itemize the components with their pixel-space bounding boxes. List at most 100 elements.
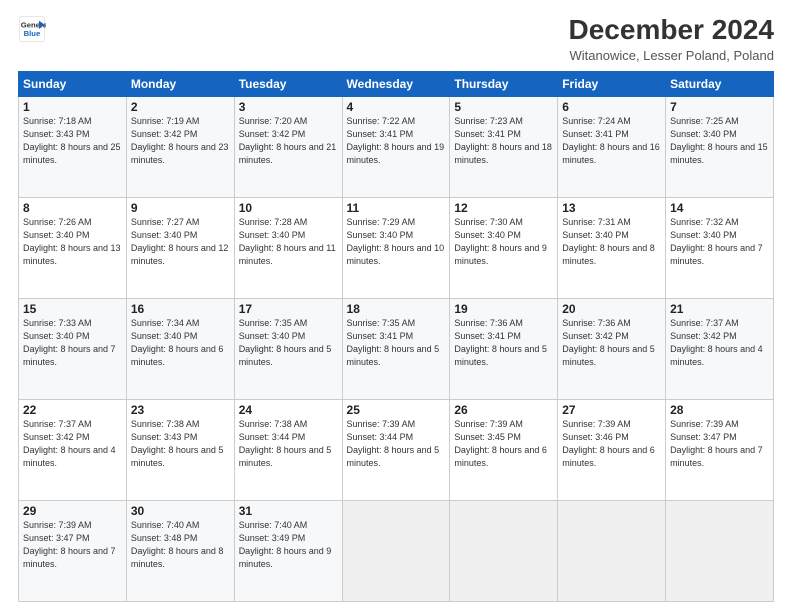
table-row: 1 Sunrise: 7:18 AMSunset: 3:43 PMDayligh…	[19, 96, 127, 197]
day-info: Sunrise: 7:29 AMSunset: 3:40 PMDaylight:…	[347, 216, 446, 268]
day-info: Sunrise: 7:26 AMSunset: 3:40 PMDaylight:…	[23, 216, 122, 268]
col-friday: Friday	[558, 71, 666, 96]
col-wednesday: Wednesday	[342, 71, 450, 96]
col-monday: Monday	[126, 71, 234, 96]
day-info: Sunrise: 7:28 AMSunset: 3:40 PMDaylight:…	[239, 216, 338, 268]
day-number: 26	[454, 403, 553, 417]
table-row	[450, 500, 558, 601]
day-info: Sunrise: 7:36 AMSunset: 3:42 PMDaylight:…	[562, 317, 661, 369]
day-info: Sunrise: 7:25 AMSunset: 3:40 PMDaylight:…	[670, 115, 769, 167]
table-row	[558, 500, 666, 601]
day-number: 18	[347, 302, 446, 316]
day-info: Sunrise: 7:37 AMSunset: 3:42 PMDaylight:…	[23, 418, 122, 470]
table-row: 11 Sunrise: 7:29 AMSunset: 3:40 PMDaylig…	[342, 197, 450, 298]
table-row: 26 Sunrise: 7:39 AMSunset: 3:45 PMDaylig…	[450, 399, 558, 500]
subtitle: Witanowice, Lesser Poland, Poland	[569, 48, 774, 63]
day-number: 23	[131, 403, 230, 417]
day-info: Sunrise: 7:23 AMSunset: 3:41 PMDaylight:…	[454, 115, 553, 167]
day-info: Sunrise: 7:35 AMSunset: 3:41 PMDaylight:…	[347, 317, 446, 369]
day-info: Sunrise: 7:38 AMSunset: 3:43 PMDaylight:…	[131, 418, 230, 470]
day-number: 11	[347, 201, 446, 215]
col-tuesday: Tuesday	[234, 71, 342, 96]
table-row: 29 Sunrise: 7:39 AMSunset: 3:47 PMDaylig…	[19, 500, 127, 601]
day-info: Sunrise: 7:37 AMSunset: 3:42 PMDaylight:…	[670, 317, 769, 369]
table-row: 6 Sunrise: 7:24 AMSunset: 3:41 PMDayligh…	[558, 96, 666, 197]
calendar-week-row: 15 Sunrise: 7:33 AMSunset: 3:40 PMDaylig…	[19, 298, 774, 399]
day-info: Sunrise: 7:40 AMSunset: 3:48 PMDaylight:…	[131, 519, 230, 571]
table-row: 20 Sunrise: 7:36 AMSunset: 3:42 PMDaylig…	[558, 298, 666, 399]
day-number: 9	[131, 201, 230, 215]
logo-icon: General Blue	[18, 15, 46, 43]
table-row: 8 Sunrise: 7:26 AMSunset: 3:40 PMDayligh…	[19, 197, 127, 298]
table-row: 18 Sunrise: 7:35 AMSunset: 3:41 PMDaylig…	[342, 298, 450, 399]
calendar-week-row: 8 Sunrise: 7:26 AMSunset: 3:40 PMDayligh…	[19, 197, 774, 298]
table-row: 2 Sunrise: 7:19 AMSunset: 3:42 PMDayligh…	[126, 96, 234, 197]
day-info: Sunrise: 7:39 AMSunset: 3:47 PMDaylight:…	[23, 519, 122, 571]
table-row: 23 Sunrise: 7:38 AMSunset: 3:43 PMDaylig…	[126, 399, 234, 500]
table-row: 24 Sunrise: 7:38 AMSunset: 3:44 PMDaylig…	[234, 399, 342, 500]
day-number: 27	[562, 403, 661, 417]
day-info: Sunrise: 7:35 AMSunset: 3:40 PMDaylight:…	[239, 317, 338, 369]
day-number: 2	[131, 100, 230, 114]
day-info: Sunrise: 7:24 AMSunset: 3:41 PMDaylight:…	[562, 115, 661, 167]
day-info: Sunrise: 7:33 AMSunset: 3:40 PMDaylight:…	[23, 317, 122, 369]
day-number: 24	[239, 403, 338, 417]
day-info: Sunrise: 7:32 AMSunset: 3:40 PMDaylight:…	[670, 216, 769, 268]
day-info: Sunrise: 7:34 AMSunset: 3:40 PMDaylight:…	[131, 317, 230, 369]
table-row: 7 Sunrise: 7:25 AMSunset: 3:40 PMDayligh…	[666, 96, 774, 197]
day-info: Sunrise: 7:30 AMSunset: 3:40 PMDaylight:…	[454, 216, 553, 268]
calendar-week-row: 1 Sunrise: 7:18 AMSunset: 3:43 PMDayligh…	[19, 96, 774, 197]
table-row	[666, 500, 774, 601]
day-info: Sunrise: 7:36 AMSunset: 3:41 PMDaylight:…	[454, 317, 553, 369]
day-number: 19	[454, 302, 553, 316]
day-info: Sunrise: 7:19 AMSunset: 3:42 PMDaylight:…	[131, 115, 230, 167]
header: General Blue December 2024 Witanowice, L…	[18, 15, 774, 63]
table-row: 19 Sunrise: 7:36 AMSunset: 3:41 PMDaylig…	[450, 298, 558, 399]
calendar-week-row: 29 Sunrise: 7:39 AMSunset: 3:47 PMDaylig…	[19, 500, 774, 601]
table-row: 4 Sunrise: 7:22 AMSunset: 3:41 PMDayligh…	[342, 96, 450, 197]
title-block: December 2024 Witanowice, Lesser Poland,…	[569, 15, 774, 63]
table-row: 16 Sunrise: 7:34 AMSunset: 3:40 PMDaylig…	[126, 298, 234, 399]
day-number: 20	[562, 302, 661, 316]
day-number: 6	[562, 100, 661, 114]
day-number: 4	[347, 100, 446, 114]
day-number: 17	[239, 302, 338, 316]
day-number: 21	[670, 302, 769, 316]
day-number: 13	[562, 201, 661, 215]
day-number: 15	[23, 302, 122, 316]
day-info: Sunrise: 7:39 AMSunset: 3:46 PMDaylight:…	[562, 418, 661, 470]
day-number: 8	[23, 201, 122, 215]
table-row: 5 Sunrise: 7:23 AMSunset: 3:41 PMDayligh…	[450, 96, 558, 197]
table-row: 22 Sunrise: 7:37 AMSunset: 3:42 PMDaylig…	[19, 399, 127, 500]
day-number: 7	[670, 100, 769, 114]
table-row: 21 Sunrise: 7:37 AMSunset: 3:42 PMDaylig…	[666, 298, 774, 399]
table-row: 25 Sunrise: 7:39 AMSunset: 3:44 PMDaylig…	[342, 399, 450, 500]
day-number: 30	[131, 504, 230, 518]
page: General Blue December 2024 Witanowice, L…	[0, 0, 792, 612]
table-row: 17 Sunrise: 7:35 AMSunset: 3:40 PMDaylig…	[234, 298, 342, 399]
table-row: 28 Sunrise: 7:39 AMSunset: 3:47 PMDaylig…	[666, 399, 774, 500]
day-number: 25	[347, 403, 446, 417]
day-number: 1	[23, 100, 122, 114]
table-row: 13 Sunrise: 7:31 AMSunset: 3:40 PMDaylig…	[558, 197, 666, 298]
calendar-week-row: 22 Sunrise: 7:37 AMSunset: 3:42 PMDaylig…	[19, 399, 774, 500]
col-thursday: Thursday	[450, 71, 558, 96]
day-number: 28	[670, 403, 769, 417]
table-row: 30 Sunrise: 7:40 AMSunset: 3:48 PMDaylig…	[126, 500, 234, 601]
calendar-header-row: Sunday Monday Tuesday Wednesday Thursday…	[19, 71, 774, 96]
day-info: Sunrise: 7:40 AMSunset: 3:49 PMDaylight:…	[239, 519, 338, 571]
day-number: 22	[23, 403, 122, 417]
day-info: Sunrise: 7:20 AMSunset: 3:42 PMDaylight:…	[239, 115, 338, 167]
table-row: 10 Sunrise: 7:28 AMSunset: 3:40 PMDaylig…	[234, 197, 342, 298]
table-row: 31 Sunrise: 7:40 AMSunset: 3:49 PMDaylig…	[234, 500, 342, 601]
table-row: 9 Sunrise: 7:27 AMSunset: 3:40 PMDayligh…	[126, 197, 234, 298]
day-info: Sunrise: 7:39 AMSunset: 3:45 PMDaylight:…	[454, 418, 553, 470]
table-row: 12 Sunrise: 7:30 AMSunset: 3:40 PMDaylig…	[450, 197, 558, 298]
table-row: 14 Sunrise: 7:32 AMSunset: 3:40 PMDaylig…	[666, 197, 774, 298]
day-number: 14	[670, 201, 769, 215]
day-info: Sunrise: 7:27 AMSunset: 3:40 PMDaylight:…	[131, 216, 230, 268]
day-info: Sunrise: 7:18 AMSunset: 3:43 PMDaylight:…	[23, 115, 122, 167]
table-row	[342, 500, 450, 601]
day-number: 12	[454, 201, 553, 215]
day-number: 31	[239, 504, 338, 518]
